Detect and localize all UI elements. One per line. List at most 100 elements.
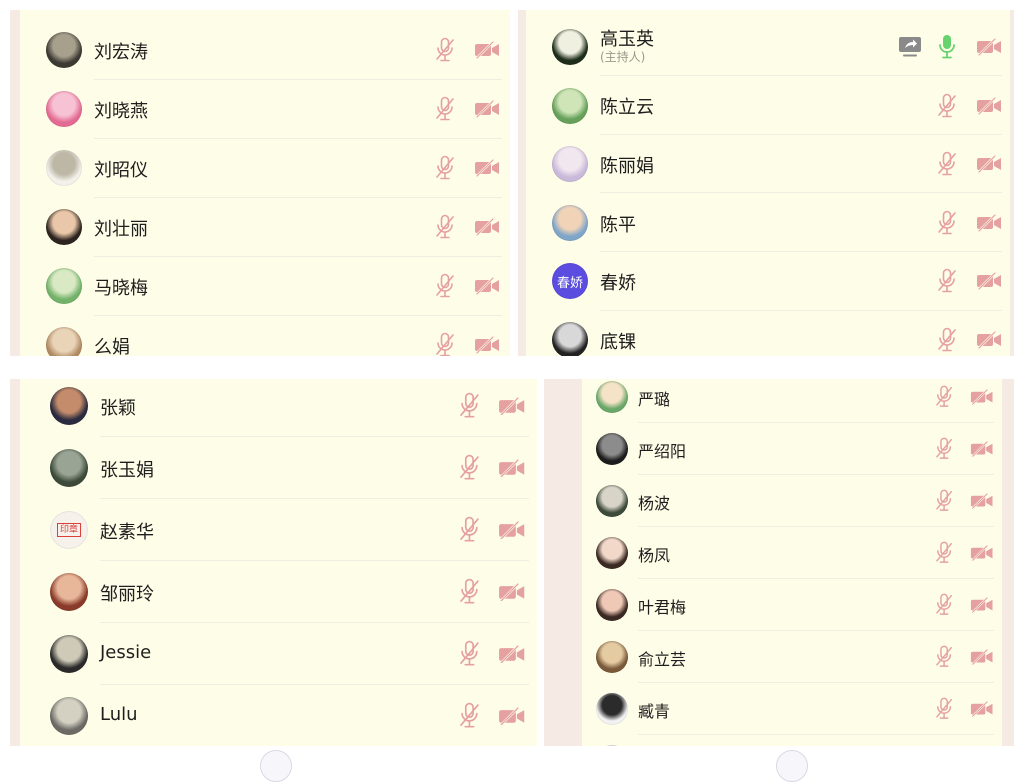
microphone-muted-icon[interactable] — [936, 593, 953, 620]
microphone-muted-icon[interactable] — [938, 210, 956, 240]
camera-off-icon[interactable] — [474, 99, 500, 122]
avatar[interactable] — [46, 32, 82, 68]
participant-row[interactable]: 严绍阳 — [582, 423, 1002, 475]
microphone-muted-icon[interactable] — [460, 702, 479, 733]
participant-row[interactable]: 么娟 — [20, 316, 510, 356]
participant-row[interactable]: 刘昭仪 — [20, 139, 510, 198]
avatar[interactable] — [50, 387, 88, 425]
microphone-muted-icon[interactable] — [936, 645, 953, 672]
avatar[interactable] — [596, 745, 628, 746]
microphone-muted-icon[interactable] — [936, 385, 953, 412]
camera-off-icon[interactable] — [976, 154, 1002, 177]
camera-off-icon[interactable] — [498, 458, 525, 482]
camera-off-icon[interactable] — [970, 388, 993, 409]
camera-off-icon[interactable] — [498, 520, 525, 544]
microphone-muted-icon[interactable] — [436, 155, 454, 185]
participant-row[interactable]: 陈丽娟 — [526, 135, 1010, 194]
camera-off-icon[interactable] — [970, 596, 993, 617]
toolbar-button-peek[interactable] — [776, 750, 808, 782]
microphone-muted-icon[interactable] — [460, 640, 479, 671]
participant-row[interactable]: 春娇 春娇 — [526, 252, 1010, 311]
participant-row[interactable]: 刘宏涛 — [20, 21, 510, 80]
microphone-muted-icon[interactable] — [436, 37, 454, 67]
participant-list[interactable]: 严璐 严绍阳 杨波 杨凤 叶君梅 俞立芸 臧青 — [582, 379, 1002, 746]
camera-off-icon[interactable] — [976, 213, 1002, 236]
microphone-muted-icon[interactable] — [938, 93, 956, 123]
participant-row[interactable]: Lulu — [20, 685, 537, 746]
avatar[interactable] — [50, 573, 88, 611]
microphone-muted-icon[interactable] — [460, 578, 479, 609]
avatar[interactable] — [552, 28, 588, 65]
camera-off-icon[interactable] — [976, 37, 1002, 60]
participant-row[interactable]: 叶君梅 — [582, 579, 1002, 631]
avatar[interactable] — [46, 209, 82, 245]
camera-off-icon[interactable] — [498, 582, 525, 606]
participant-row[interactable]: 刘壮丽 — [20, 198, 510, 257]
camera-off-icon[interactable] — [474, 158, 500, 181]
microphone-muted-icon[interactable] — [938, 327, 956, 356]
avatar[interactable] — [46, 268, 82, 304]
camera-off-icon[interactable] — [976, 330, 1002, 353]
participant-row[interactable]: 俞立芸 — [582, 631, 1002, 683]
avatar[interactable] — [552, 204, 588, 241]
microphone-muted-icon[interactable] — [460, 516, 479, 547]
toolbar-button-peek[interactable] — [260, 750, 292, 782]
participant-row[interactable]: 刘晓燕 — [20, 80, 510, 139]
participant-row[interactable]: Jessie — [20, 623, 537, 685]
avatar[interactable] — [46, 327, 82, 356]
avatar[interactable] — [596, 537, 628, 569]
microphone-muted-icon[interactable] — [936, 697, 953, 724]
camera-off-icon[interactable] — [498, 644, 525, 668]
camera-off-icon[interactable] — [498, 396, 525, 420]
microphone-muted-icon[interactable] — [460, 454, 479, 485]
avatar[interactable] — [596, 485, 628, 517]
camera-off-icon[interactable] — [970, 700, 993, 721]
participant-row[interactable]: 陈平 — [526, 194, 1010, 253]
microphone-muted-icon[interactable] — [436, 332, 454, 356]
camera-off-icon[interactable] — [970, 544, 993, 565]
avatar[interactable] — [596, 433, 628, 465]
participant-row[interactable]: 严璐 — [582, 379, 1002, 423]
participant-list[interactable]: 张颖 张玉娟 印章 赵素华 邹丽玲 Jessie Lulu — [20, 379, 537, 746]
avatar[interactable] — [46, 150, 82, 186]
participant-row[interactable]: (主持人) 高玉英 — [526, 18, 1010, 77]
screen-share-icon[interactable] — [898, 36, 922, 62]
participant-row[interactable]: 张颖 — [20, 379, 537, 437]
camera-off-icon[interactable] — [474, 335, 500, 356]
avatar[interactable] — [596, 641, 628, 673]
participant-row[interactable]: 杨凤 — [582, 527, 1002, 579]
participant-row[interactable]: 陈立云 — [526, 76, 1010, 135]
participant-row[interactable]: 马晓梅 — [20, 257, 510, 316]
avatar[interactable] — [596, 589, 628, 621]
avatar[interactable] — [46, 91, 82, 127]
participant-row[interactable]: 张玉娟 — [20, 437, 537, 499]
microphone-muted-icon[interactable] — [938, 151, 956, 181]
participant-row[interactable]: 杨波 — [582, 475, 1002, 527]
avatar[interactable] — [50, 697, 88, 735]
camera-off-icon[interactable] — [970, 648, 993, 669]
participant-row[interactable]: 印章 赵素华 — [20, 499, 537, 561]
participant-row[interactable]: 臧青 — [582, 683, 1002, 735]
microphone-muted-icon[interactable] — [436, 273, 454, 303]
microphone-muted-icon[interactable] — [460, 392, 479, 423]
participant-row[interactable]: 底锞 — [526, 311, 1010, 356]
avatar[interactable] — [596, 693, 628, 725]
avatar[interactable]: 印章 — [50, 511, 88, 549]
camera-off-icon[interactable] — [970, 440, 993, 461]
avatar[interactable] — [552, 87, 588, 124]
camera-off-icon[interactable] — [474, 217, 500, 240]
avatar[interactable] — [552, 321, 588, 356]
participant-list[interactable]: 刘宏涛 刘晓燕 刘昭仪 刘壮丽 马晓梅 么娟 — [20, 10, 510, 356]
camera-off-icon[interactable] — [976, 272, 1002, 294]
camera-off-icon[interactable] — [498, 706, 525, 730]
microphone-muted-icon[interactable] — [936, 437, 953, 464]
microphone-muted-icon[interactable] — [938, 268, 956, 298]
camera-off-icon[interactable] — [976, 96, 1002, 119]
avatar[interactable] — [50, 449, 88, 487]
avatar[interactable]: 春娇 — [552, 263, 588, 300]
participant-row[interactable]: 邹丽玲 — [20, 561, 537, 623]
avatar[interactable] — [50, 635, 88, 673]
camera-off-icon[interactable] — [474, 40, 500, 63]
microphone-muted-icon[interactable] — [436, 214, 454, 244]
avatar[interactable] — [596, 381, 628, 413]
